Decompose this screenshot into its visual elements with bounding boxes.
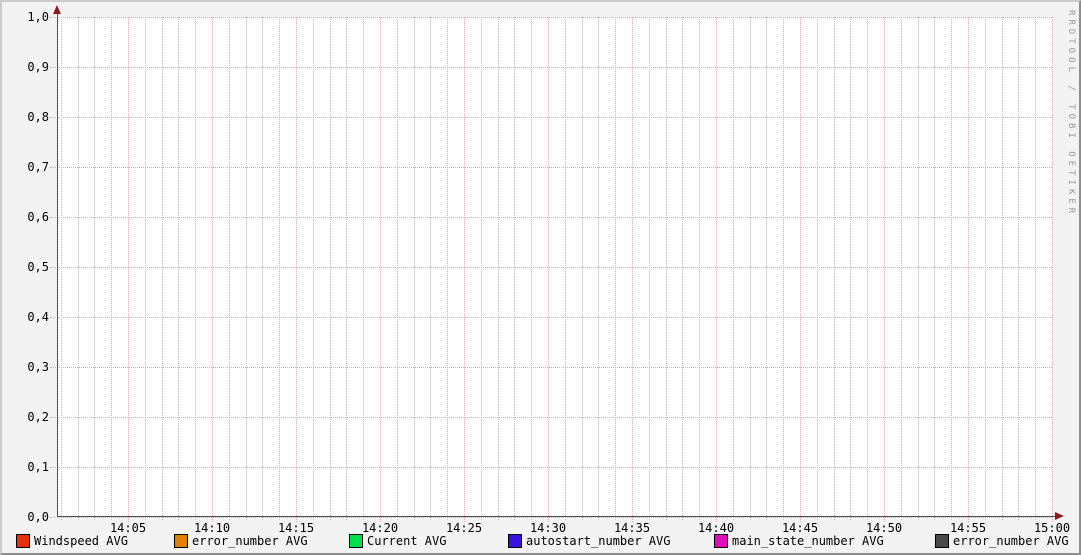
gridline-vertical-minor xyxy=(732,17,734,520)
gridline-vertical-minor xyxy=(447,17,449,520)
y-tick-label: 1,0 xyxy=(27,10,49,24)
gridline-vertical-minor xyxy=(699,17,701,520)
legend-label: Current AVG xyxy=(367,534,447,548)
y-tick-label: 0,8 xyxy=(27,110,49,124)
y-tick-label: 0,5 xyxy=(27,260,49,274)
gridline-vertical-minor xyxy=(245,17,247,520)
gridline-vertical-major xyxy=(716,17,717,522)
y-tick-label: 0,6 xyxy=(27,210,49,224)
legend-item: autostart_number AVG xyxy=(508,533,671,549)
gridline-vertical-major xyxy=(548,17,549,522)
legend-item: error_number AVG xyxy=(935,533,1069,549)
x-axis xyxy=(57,516,1058,517)
gridline-vertical-major xyxy=(968,17,969,522)
legend-label: autostart_number AVG xyxy=(526,534,671,548)
gridline-vertical-minor xyxy=(951,17,953,520)
gridline-vertical-minor xyxy=(598,17,600,520)
legend-label: main_state_number AVG xyxy=(732,534,884,548)
gridline-vertical-major xyxy=(464,17,465,522)
legend-item: Current AVG xyxy=(349,533,446,549)
gridline-vertical-minor xyxy=(195,17,197,520)
gridline-vertical-minor xyxy=(648,17,650,520)
gridline-vertical-minor xyxy=(144,17,146,520)
legend-label: Windspeed AVG xyxy=(34,534,128,548)
gridline-vertical-minor xyxy=(766,17,768,520)
y-axis-arrow-icon xyxy=(53,5,61,14)
legend-color-swatch xyxy=(508,534,522,548)
gridline-vertical-minor xyxy=(94,17,96,520)
y-tick-label: 0,3 xyxy=(27,360,49,374)
gridline-vertical-minor xyxy=(514,17,516,520)
gridline-vertical-major xyxy=(884,17,885,522)
gridline-vertical-major xyxy=(380,17,381,522)
gridline-vertical-minor xyxy=(228,17,230,520)
rrdtool-watermark: RRDTOOL / TOBI OETIKER xyxy=(1066,10,1076,218)
gridline-vertical-minor xyxy=(564,17,566,520)
legend-item: Windspeed AVG xyxy=(16,533,128,549)
gridline-vertical-minor xyxy=(749,17,751,520)
gridline-vertical-major xyxy=(632,17,633,522)
y-axis xyxy=(57,11,58,517)
gridline-vertical-major xyxy=(296,17,297,522)
gridline-vertical-minor xyxy=(917,17,919,520)
gridline-vertical-minor xyxy=(682,17,684,520)
gridline-vertical-minor xyxy=(531,17,533,520)
legend-label: error_number AVG xyxy=(953,534,1069,548)
gridline-vertical-major xyxy=(1052,17,1053,522)
gridline-vertical-minor xyxy=(312,17,314,520)
gridline-vertical-minor xyxy=(1018,17,1020,520)
gridline-vertical-minor xyxy=(900,17,902,520)
gridline-vertical-minor xyxy=(783,17,785,520)
legend-label: error_number AVG xyxy=(192,534,308,548)
gridline-vertical-minor xyxy=(279,17,281,520)
gridline-vertical-minor xyxy=(430,17,432,520)
legend-color-swatch xyxy=(935,534,949,548)
gridline-vertical-minor xyxy=(396,17,398,520)
gridline-vertical-minor xyxy=(1001,17,1003,520)
legend-color-swatch xyxy=(174,534,188,548)
x-axis-arrow-icon xyxy=(1055,512,1064,520)
legend-item: main_state_number AVG xyxy=(714,533,884,549)
gridline-vertical-minor xyxy=(413,17,415,520)
gridline-vertical-minor xyxy=(329,17,331,520)
gridline-vertical-minor xyxy=(816,17,818,520)
gridline-vertical-minor xyxy=(497,17,499,520)
gridline-vertical-minor xyxy=(665,17,667,520)
rrdtool-graph: 1,0 0,9 0,8 0,7 0,6 0,5 0,4 0,3 0,2 0,1 0,0 14:05 1… xyxy=(0,0,1081,555)
y-tick-label: 0,4 xyxy=(27,310,49,324)
gridline-vertical-minor xyxy=(581,17,583,520)
gridline-vertical-minor xyxy=(984,17,986,520)
gridline-vertical-minor xyxy=(615,17,617,520)
legend-color-swatch xyxy=(349,534,363,548)
gridline-vertical-minor xyxy=(77,17,79,520)
gridline-vertical-minor xyxy=(363,17,365,520)
gridline-vertical-minor xyxy=(867,17,869,520)
gridline-vertical-minor xyxy=(178,17,180,520)
gridline-vertical-minor xyxy=(346,17,348,520)
gridline-vertical-minor xyxy=(480,17,482,520)
gridline-vertical-minor xyxy=(262,17,264,520)
y-tick-label: 0,2 xyxy=(27,410,49,424)
legend-color-swatch xyxy=(714,534,728,548)
y-tick-label: 0,0 xyxy=(27,510,49,524)
gridline-vertical-minor xyxy=(1035,17,1037,520)
legend-color-swatch xyxy=(16,534,30,548)
gridline-vertical-minor xyxy=(934,17,936,520)
y-tick-label: 0,1 xyxy=(27,460,49,474)
gridline-vertical-major xyxy=(212,17,213,522)
legend-item: error_number AVG xyxy=(174,533,308,549)
gridline-vertical-minor xyxy=(833,17,835,520)
gridline-vertical-major xyxy=(800,17,801,522)
gridline-vertical-minor xyxy=(111,17,113,520)
gridline-vertical-major xyxy=(128,17,129,522)
y-tick-label: 0,9 xyxy=(27,60,49,74)
gridline-vertical-minor xyxy=(850,17,852,520)
y-tick-label: 0,7 xyxy=(27,160,49,174)
gridline-vertical-minor xyxy=(161,17,163,520)
gridline-vertical-minor xyxy=(60,17,62,520)
